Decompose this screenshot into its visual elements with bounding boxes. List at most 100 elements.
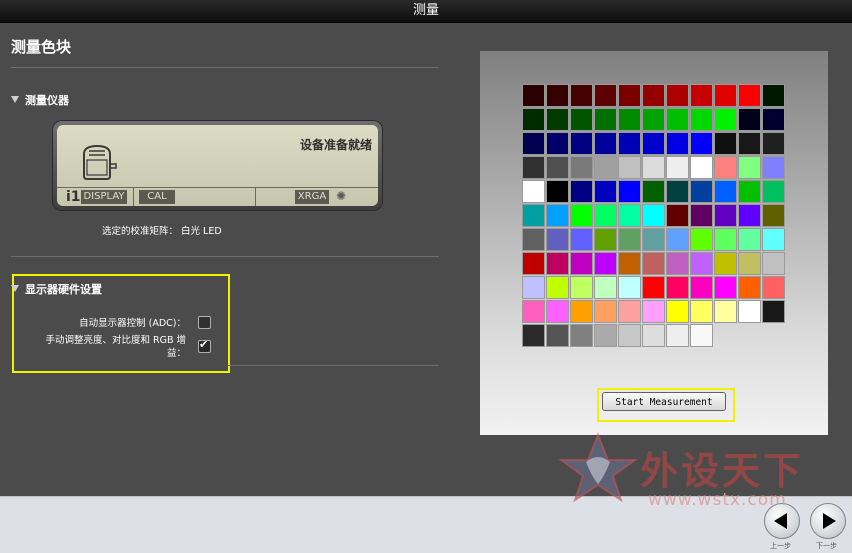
color-patch bbox=[546, 180, 569, 203]
instrument-section-toggle[interactable]: 测量仪器 bbox=[11, 92, 69, 108]
color-patch bbox=[618, 132, 641, 155]
color-patch bbox=[666, 108, 689, 131]
instrument-device-icon bbox=[83, 144, 117, 180]
color-patch bbox=[690, 108, 713, 131]
color-patch bbox=[642, 156, 665, 179]
start-measurement-button[interactable]: Start Measurement bbox=[602, 392, 726, 411]
color-patch bbox=[522, 204, 545, 227]
adc-checkbox[interactable] bbox=[198, 316, 211, 329]
triangle-down-icon bbox=[11, 285, 19, 292]
color-patch bbox=[714, 180, 737, 203]
color-patch bbox=[666, 300, 689, 323]
color-patch bbox=[714, 132, 737, 155]
color-patch bbox=[666, 228, 689, 251]
device-status-text: 设备准备就绪 bbox=[299, 138, 372, 152]
color-patch bbox=[762, 108, 785, 131]
color-patch bbox=[546, 228, 569, 251]
color-patch bbox=[618, 252, 641, 275]
color-patch bbox=[618, 228, 641, 251]
color-patch bbox=[690, 132, 713, 155]
color-patch bbox=[642, 84, 665, 107]
color-patch bbox=[690, 300, 713, 323]
color-patch bbox=[666, 252, 689, 275]
color-patch bbox=[594, 324, 617, 347]
instrument-display: 设备准备就绪 i1 DISPLAY CAL XRGA ✺ bbox=[53, 121, 382, 210]
color-patch bbox=[690, 156, 713, 179]
color-patch bbox=[738, 228, 761, 251]
color-patch bbox=[642, 204, 665, 227]
watermark-url: www.wstx.com bbox=[648, 490, 787, 510]
color-patch bbox=[594, 204, 617, 227]
color-patch bbox=[570, 228, 593, 251]
next-step-label: 下一步 bbox=[816, 542, 837, 550]
color-patch bbox=[642, 180, 665, 203]
page-title: 测量色块 bbox=[11, 38, 72, 56]
color-patch bbox=[618, 204, 641, 227]
manual-adjust-checkbox[interactable] bbox=[198, 338, 211, 353]
next-step-button[interactable] bbox=[810, 503, 846, 539]
color-patch bbox=[570, 108, 593, 131]
manual-adjust-label-line1: 手动调整亮度、对比度和 RGB 增 bbox=[45, 335, 186, 346]
triangle-down-icon bbox=[11, 96, 19, 103]
color-patch bbox=[714, 276, 737, 299]
color-patch bbox=[546, 300, 569, 323]
color-patch bbox=[522, 108, 545, 131]
color-patch bbox=[546, 108, 569, 131]
title-divider bbox=[11, 67, 439, 68]
color-patch bbox=[762, 180, 785, 203]
color-patch bbox=[522, 180, 545, 203]
color-patch bbox=[690, 180, 713, 203]
color-patch bbox=[762, 84, 785, 107]
display-label: DISPLAY bbox=[81, 190, 127, 204]
color-patch-grid bbox=[522, 84, 786, 347]
color-patch bbox=[714, 300, 737, 323]
color-patch bbox=[738, 180, 761, 203]
color-patch bbox=[666, 276, 689, 299]
measurement-preview-panel: Start Measurement bbox=[480, 51, 828, 435]
color-patch bbox=[714, 204, 737, 227]
color-patch bbox=[522, 300, 545, 323]
color-patch bbox=[642, 300, 665, 323]
color-patch bbox=[546, 156, 569, 179]
hardware-section-title: 显示器硬件设置 bbox=[25, 283, 102, 296]
color-patch bbox=[570, 132, 593, 155]
color-patch bbox=[738, 108, 761, 131]
color-patch bbox=[594, 156, 617, 179]
color-patch bbox=[522, 324, 545, 347]
color-patch bbox=[738, 252, 761, 275]
color-patch bbox=[642, 108, 665, 131]
mode-label: XRGA bbox=[295, 190, 329, 204]
color-patch bbox=[762, 300, 785, 323]
color-patch bbox=[690, 204, 713, 227]
color-patch bbox=[546, 276, 569, 299]
lcd-screen: 设备准备就绪 i1 DISPLAY CAL XRGA ✺ bbox=[57, 125, 378, 206]
color-patch bbox=[522, 156, 545, 179]
color-patch bbox=[570, 324, 593, 347]
color-patch bbox=[714, 156, 737, 179]
color-patch bbox=[618, 276, 641, 299]
color-patch bbox=[546, 252, 569, 275]
calibration-matrix-label: 选定的校准矩阵： 白光 LED bbox=[102, 226, 222, 237]
color-patch bbox=[522, 228, 545, 251]
color-patch bbox=[690, 324, 713, 347]
color-patch bbox=[642, 132, 665, 155]
lcd-status-bar: i1 DISPLAY CAL XRGA ✺ bbox=[57, 187, 378, 206]
lcd-separator bbox=[133, 188, 134, 206]
watermark-text: 外设天下 bbox=[640, 449, 805, 493]
color-patch bbox=[570, 276, 593, 299]
color-patch bbox=[522, 252, 545, 275]
color-patch bbox=[570, 180, 593, 203]
color-patch bbox=[618, 324, 641, 347]
color-patch bbox=[594, 276, 617, 299]
watermark-star-logo bbox=[558, 432, 638, 502]
color-patch bbox=[522, 132, 545, 155]
color-patch bbox=[642, 324, 665, 347]
color-patch bbox=[738, 204, 761, 227]
color-patch bbox=[666, 132, 689, 155]
hardware-section-toggle[interactable]: 显示器硬件设置 bbox=[11, 281, 102, 297]
color-patch bbox=[570, 300, 593, 323]
main-panel: 测量色块 测量仪器 设备准备就绪 i1 DISPLAY CAL XRGA ✺ 选… bbox=[0, 23, 852, 496]
color-patch bbox=[546, 324, 569, 347]
color-patch bbox=[618, 156, 641, 179]
color-patch bbox=[762, 252, 785, 275]
